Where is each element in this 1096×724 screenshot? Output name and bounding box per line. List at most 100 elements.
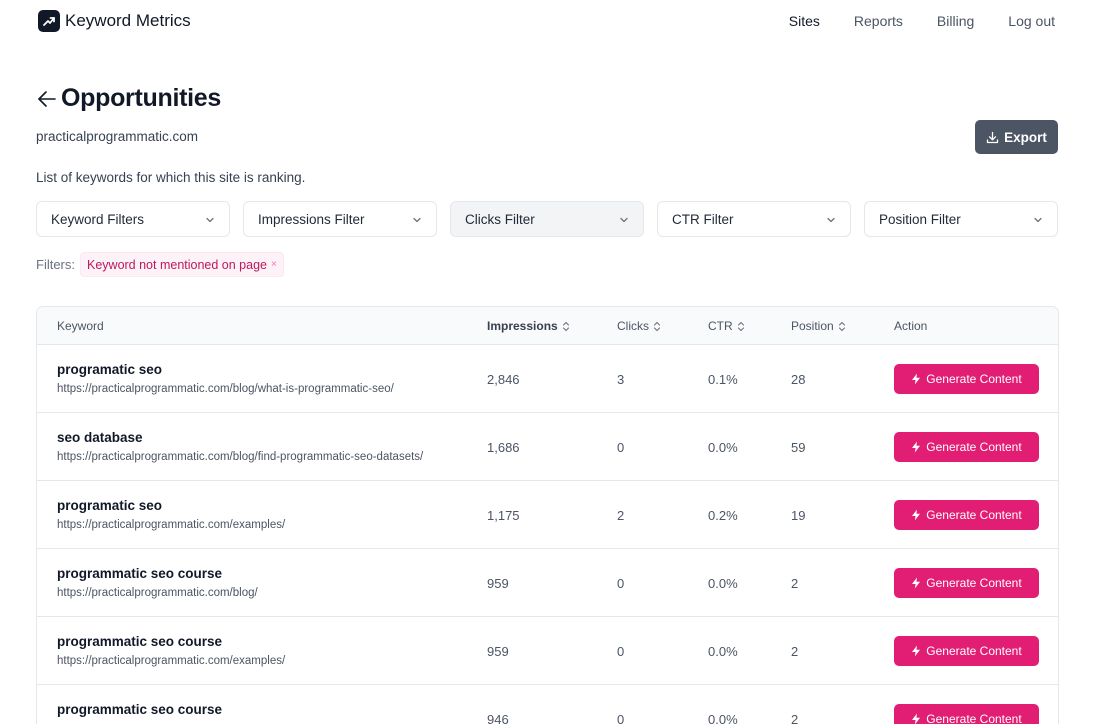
active-filters-label: Filters:	[36, 257, 75, 272]
impressions-value: 946	[487, 712, 509, 724]
page-title: Opportunities	[61, 84, 221, 112]
nav-item-billing[interactable]: Billing	[937, 13, 974, 29]
filter-bar: Keyword Filters Impressions Filter Click…	[36, 201, 1058, 237]
clicks-value: 0	[617, 576, 625, 591]
column-header-clicks[interactable]: Clicks	[617, 319, 661, 333]
position-filter-dropdown[interactable]: Position Filter	[864, 201, 1058, 237]
nav-item-reports[interactable]: Reports	[854, 13, 903, 29]
generate-content-button[interactable]: Generate Content	[894, 364, 1039, 394]
ctr-value: 0.2%	[708, 508, 738, 523]
ctr-value: 0.0%	[708, 644, 738, 659]
table-row: seo database https://practicalprogrammat…	[37, 413, 1058, 481]
column-header-label: Keyword	[57, 319, 104, 333]
keyword-url[interactable]: https://practicalprogrammatic.com/blog/f…	[57, 451, 467, 463]
keyword-text: programmatic seo course	[57, 566, 223, 581]
generate-content-label: Generate Content	[926, 440, 1022, 454]
chevron-down-icon	[827, 217, 835, 223]
main-nav: Sites Reports Billing Log out	[755, 13, 1055, 29]
filter-label: CTR Filter	[672, 211, 734, 227]
column-header-ctr[interactable]: CTR	[708, 319, 745, 333]
export-button[interactable]: Export	[975, 120, 1058, 154]
bolt-icon	[912, 509, 921, 521]
keyword-url[interactable]: https://practicalprogrammatic.com/exampl…	[57, 519, 467, 531]
clicks-value: 0	[617, 440, 625, 455]
sort-icon	[737, 321, 744, 331]
table-row: programmatic seo course https://practica…	[37, 617, 1058, 685]
filter-chip-label: Keyword not mentioned on page	[87, 257, 267, 272]
generate-content-button[interactable]: Generate Content	[894, 432, 1039, 462]
generate-content-button[interactable]: Generate Content	[894, 636, 1039, 666]
clicks-value: 0	[617, 712, 625, 724]
title-row: Opportunities	[36, 84, 221, 113]
table-row: programatic seo https://practicalprogram…	[37, 481, 1058, 549]
sort-icon	[653, 321, 661, 331]
brand[interactable]: Keyword Metrics	[38, 10, 191, 32]
generate-content-label: Generate Content	[926, 508, 1022, 522]
generate-content-label: Generate Content	[926, 576, 1022, 590]
bolt-icon	[912, 645, 921, 657]
clicks-filter-dropdown[interactable]: Clicks Filter	[450, 201, 644, 237]
table-row: programmatic seo course 946 0 0.0% 2 Gen…	[37, 685, 1058, 724]
ctr-value: 0.0%	[708, 712, 738, 724]
filter-label: Clicks Filter	[465, 211, 535, 227]
keyword-url[interactable]: https://practicalprogrammatic.com/blog/	[57, 587, 467, 599]
chevron-down-icon	[206, 217, 214, 223]
keyword-text: programatic seo	[57, 362, 163, 377]
filter-label: Position Filter	[879, 211, 961, 227]
position-value: 28	[791, 372, 806, 387]
keyword-url[interactable]: https://practicalprogrammatic.com/blog/w…	[57, 383, 467, 395]
bolt-icon	[912, 713, 921, 724]
column-header-impressions[interactable]: Impressions	[487, 319, 570, 333]
impressions-filter-dropdown[interactable]: Impressions Filter	[243, 201, 437, 237]
ctr-value: 0.1%	[708, 372, 738, 387]
clicks-value: 2	[617, 508, 625, 523]
position-value: 2	[791, 712, 799, 724]
column-header-label: Clicks	[617, 319, 649, 333]
filter-chip[interactable]: Keyword not mentioned on page ×	[80, 252, 284, 277]
column-header-action: Action	[894, 319, 927, 333]
bolt-icon	[912, 373, 921, 385]
column-header-label: Impressions	[487, 319, 558, 333]
nav-item-log-out[interactable]: Log out	[1008, 13, 1055, 29]
trending-up-icon	[38, 10, 60, 32]
keyword-filter-dropdown[interactable]: Keyword Filters	[36, 201, 230, 237]
keywords-table: Keyword Impressions Clicks CTR Position …	[36, 306, 1059, 724]
filter-label: Impressions Filter	[258, 211, 365, 227]
generate-content-button[interactable]: Generate Content	[894, 568, 1039, 598]
chevron-down-icon	[620, 217, 628, 223]
ctr-filter-dropdown[interactable]: CTR Filter	[657, 201, 851, 237]
site-domain: practicalprogrammatic.com	[36, 129, 199, 144]
impressions-value: 2,846	[487, 372, 520, 387]
generate-content-button[interactable]: Generate Content	[894, 500, 1039, 530]
table-header: Keyword Impressions Clicks CTR Position …	[37, 307, 1058, 345]
export-label: Export	[1004, 129, 1047, 145]
top-bar: Keyword Metrics Sites Reports Billing Lo…	[0, 0, 1096, 44]
ctr-value: 0.0%	[708, 440, 738, 455]
impressions-value: 959	[487, 644, 509, 659]
keyword-text: seo database	[57, 430, 143, 445]
column-header-position[interactable]: Position	[791, 319, 846, 333]
filter-label: Keyword Filters	[51, 211, 145, 227]
chevron-down-icon	[413, 217, 421, 223]
column-header-label: Position	[791, 319, 834, 333]
clicks-value: 0	[617, 644, 625, 659]
generate-content-label: Generate Content	[926, 372, 1022, 386]
keyword-text: programmatic seo course	[57, 702, 223, 717]
back-arrow-icon[interactable]	[36, 88, 58, 110]
table-row: programatic seo https://practicalprogram…	[37, 345, 1058, 413]
active-filters: Filters: Keyword not mentioned on page ×	[36, 252, 284, 277]
generate-content-button[interactable]: Generate Content	[894, 704, 1039, 724]
nav-item-sites[interactable]: Sites	[789, 13, 820, 29]
clicks-value: 3	[617, 372, 625, 387]
sort-icon	[562, 321, 569, 331]
keyword-url[interactable]: https://practicalprogrammatic.com/exampl…	[57, 655, 467, 667]
position-value: 59	[791, 440, 806, 455]
column-header-keyword: Keyword	[57, 319, 104, 333]
generate-content-label: Generate Content	[926, 712, 1022, 724]
sort-icon	[838, 321, 845, 331]
app-name: Keyword Metrics	[65, 11, 191, 30]
impressions-value: 1,175	[487, 508, 520, 523]
ctr-value: 0.0%	[708, 576, 738, 591]
position-value: 19	[791, 508, 806, 523]
remove-filter-icon[interactable]: ×	[271, 259, 277, 270]
